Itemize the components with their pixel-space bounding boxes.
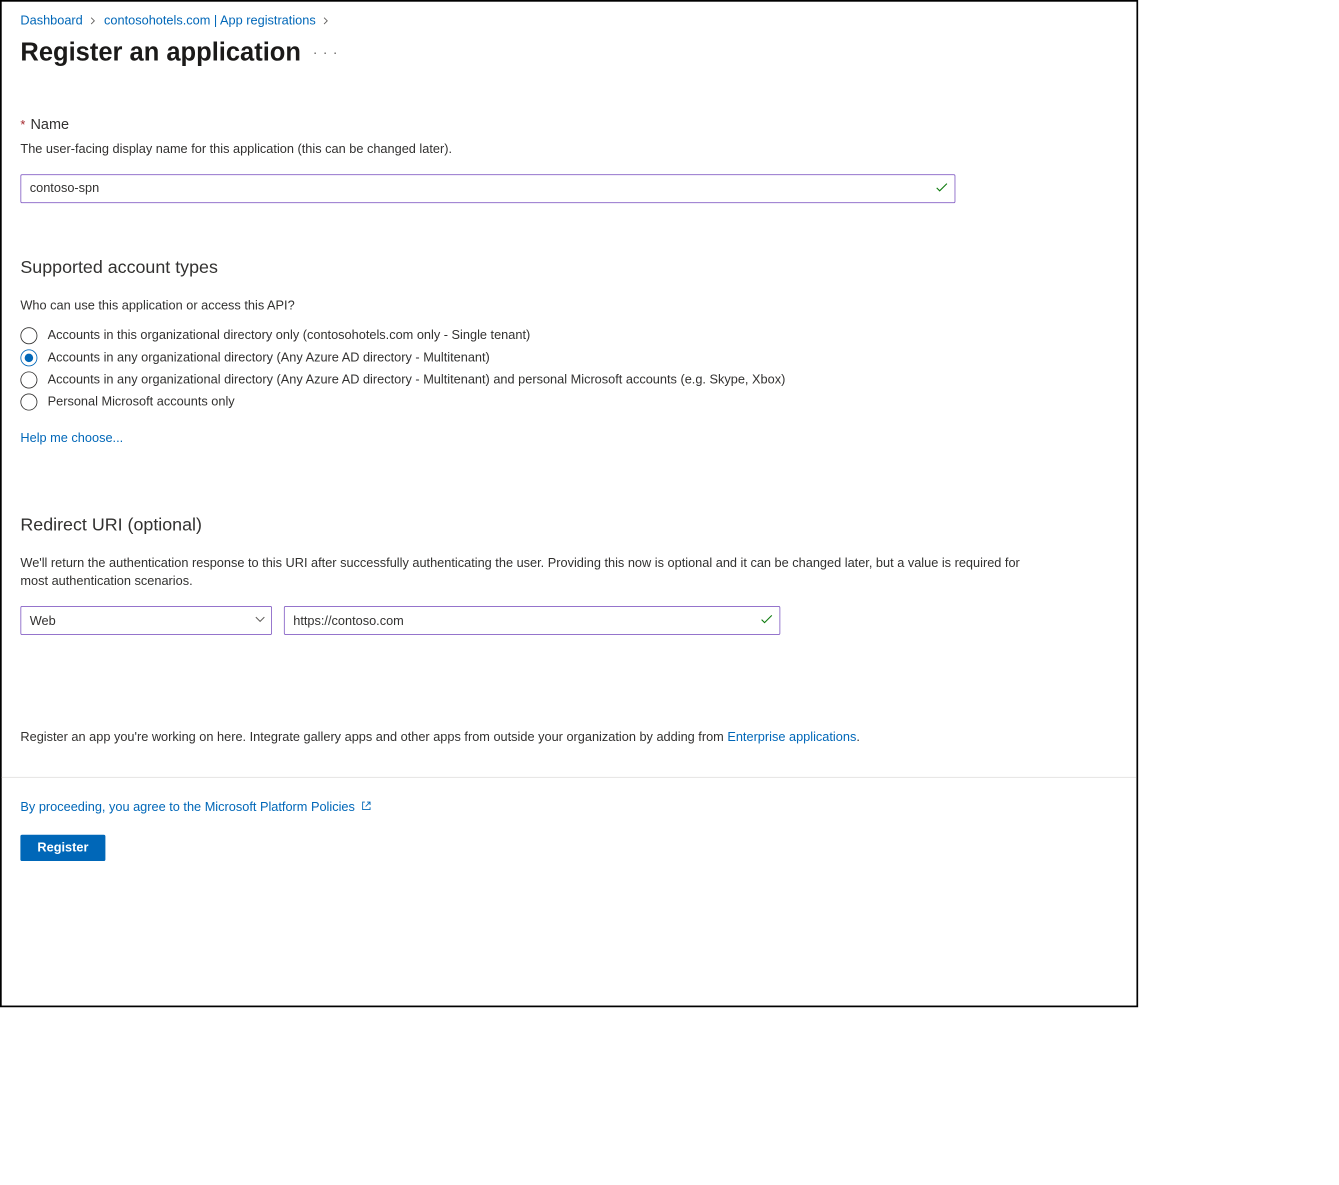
platform-policies-link[interactable]: By proceeding, you agree to the Microsof…: [20, 800, 355, 814]
radio-label: Accounts in any organizational directory…: [48, 350, 490, 364]
radio-icon: [20, 393, 37, 410]
divider: [2, 777, 1137, 778]
chevron-right-icon: [90, 14, 98, 27]
breadcrumb-dashboard[interactable]: Dashboard: [20, 14, 82, 28]
enterprise-applications-link[interactable]: Enterprise applications: [727, 730, 856, 744]
breadcrumb: Dashboard contosohotels.com | App regist…: [20, 14, 1117, 28]
name-input[interactable]: [20, 174, 955, 203]
required-indicator: *: [20, 118, 25, 132]
redirect-uri-heading: Redirect URI (optional): [20, 515, 1117, 535]
account-types-question: Who can use this application or access t…: [20, 296, 1040, 314]
note-suffix: .: [856, 730, 860, 744]
note-prefix: Register an app you're working on here. …: [20, 730, 727, 744]
account-types-heading: Supported account types: [20, 257, 1117, 277]
page-frame: Dashboard contosohotels.com | App regist…: [0, 0, 1138, 1007]
radio-multitenant[interactable]: Accounts in any organizational directory…: [20, 349, 1117, 366]
register-button[interactable]: Register: [20, 835, 105, 861]
breadcrumb-app-registrations[interactable]: contosohotels.com | App registrations: [104, 14, 316, 28]
redirect-uri-helper: We'll return the authentication response…: [20, 554, 1040, 591]
radio-personal-only[interactable]: Personal Microsoft accounts only: [20, 393, 1117, 410]
help-me-choose-link[interactable]: Help me choose...: [20, 431, 123, 445]
radio-label: Personal Microsoft accounts only: [48, 394, 235, 408]
integration-note: Register an app you're working on here. …: [20, 730, 1117, 744]
radio-multitenant-and-personal[interactable]: Accounts in any organizational directory…: [20, 371, 1117, 388]
page-title: Register an application: [20, 38, 301, 67]
radio-icon: [20, 349, 37, 366]
account-types-radio-group: Accounts in this organizational director…: [20, 327, 1117, 410]
more-actions-icon[interactable]: · · ·: [313, 46, 338, 61]
name-label: Name: [30, 116, 69, 133]
redirect-uri-input[interactable]: [284, 606, 780, 635]
platform-selected-value: Web: [30, 613, 56, 627]
chevron-right-icon: [323, 14, 331, 27]
name-helper-text: The user-facing display name for this ap…: [20, 140, 1040, 158]
external-link-icon: [360, 800, 372, 814]
radio-label: Accounts in this organizational director…: [48, 328, 531, 342]
platform-select[interactable]: Web: [20, 606, 272, 635]
radio-single-tenant[interactable]: Accounts in this organizational director…: [20, 327, 1117, 344]
radio-label: Accounts in any organizational directory…: [48, 372, 786, 386]
radio-icon: [20, 327, 37, 344]
radio-icon: [20, 371, 37, 388]
